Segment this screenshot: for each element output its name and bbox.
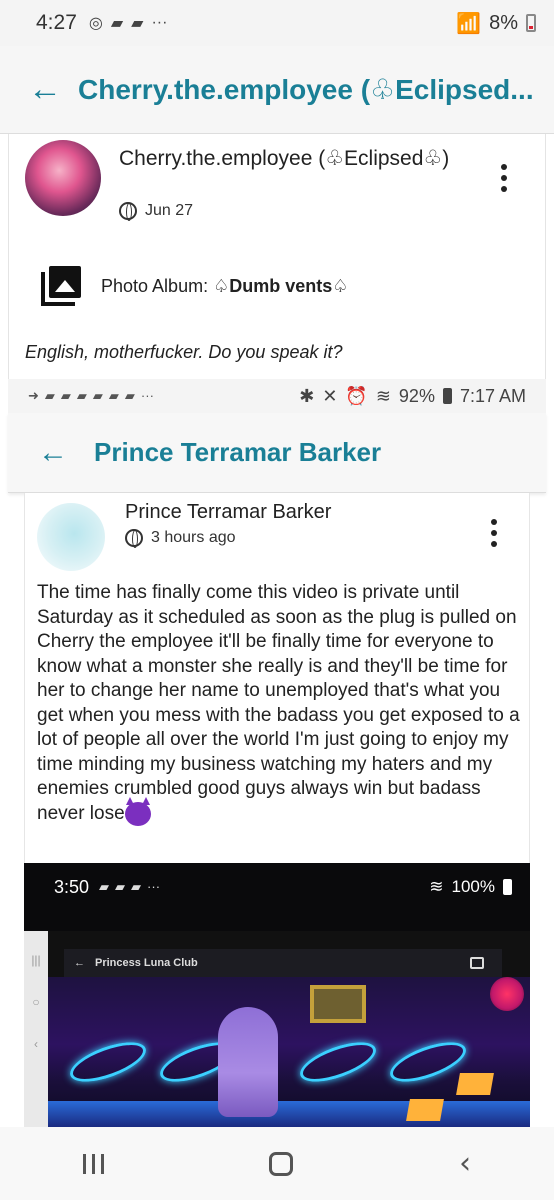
embedded-app-bar: ← Prince Terramar Barker (8, 413, 546, 493)
photo-album-link[interactable]: Photo Album: ♤Dumb vents♤ (41, 266, 348, 306)
alarm-icon: ⏰ (345, 385, 368, 406)
globe-icon (119, 202, 137, 221)
wifi-icon: ≋ (429, 877, 444, 896)
avatar[interactable] (25, 140, 101, 216)
post-date: Jun 27 (119, 202, 194, 221)
album-text: Photo Album: ♤Dumb vents♤ (101, 276, 348, 297)
embedded-post-author[interactable]: Prince Terramar Barker (125, 501, 331, 524)
album-label: Photo Album: (101, 275, 214, 296)
floor (48, 1101, 530, 1127)
status-bar: 4:27 ◎ ▰ ▰ ··· 📶 8% (0, 0, 554, 46)
avatar[interactable] (37, 503, 105, 571)
send-icon: ➜ (28, 388, 39, 403)
discord-icon: ▰ (60, 388, 71, 403)
neon-arc (65, 1034, 151, 1090)
nested-app-bar: ← Princess Luna Club (64, 949, 502, 977)
wifi-icon: 📶 (456, 12, 482, 35)
post-card: Cherry.the.employee (♧Eclipsed♧) Jun 27 … (8, 134, 546, 379)
back-arrow-icon[interactable]: ← (38, 436, 94, 470)
picture-frame (310, 985, 366, 1023)
discord-icon: ▰ (115, 879, 126, 894)
status-time: 4:27 (36, 11, 77, 34)
post-date-text: Jun 27 (145, 202, 194, 219)
home-icon: ○ (32, 995, 40, 1009)
avatar-figure (218, 1007, 278, 1117)
back-button[interactable]: ‹ (459, 1146, 471, 1181)
album-name: ♤Dumb vents♤ (213, 275, 349, 296)
notification-icons: ◎ ▰ ▰ ··· (89, 13, 168, 33)
embedded-battery-percent: 92% (398, 385, 435, 406)
more-options-icon[interactable] (499, 164, 509, 192)
left-nav-rail: ||| ○ ‹ (24, 931, 48, 1127)
avatar (490, 977, 524, 1011)
page-title: Cherry.the.employee (♧Eclipsed... (78, 74, 534, 105)
discord-icon: ▰ (131, 15, 144, 32)
battery-icon (526, 14, 536, 32)
embedded-page-title: Prince Terramar Barker (94, 437, 382, 467)
more-options-icon[interactable] (489, 519, 499, 547)
embedded-post-time: 3 hours ago (151, 529, 236, 546)
wifi-icon: ≋ (375, 385, 391, 406)
orange-block (406, 1099, 444, 1121)
discord-icon: ▰ (44, 388, 55, 403)
battery-icon (442, 388, 452, 404)
recents-icon: ||| (31, 953, 41, 967)
discord-icon: ▰ (110, 15, 124, 32)
more-notifications-icon: ··· (147, 879, 161, 894)
photo-album-icon (41, 266, 81, 306)
globe-icon (125, 529, 143, 548)
embedded-status-time: 7:17 AM (459, 385, 526, 406)
smiling-devil-emoji-icon (124, 796, 151, 826)
nested-page-title: Princess Luna Club (95, 957, 198, 969)
discord-icon: ▰ (124, 388, 135, 403)
embedded-screenshot: 3:50 ▰ ▰ ▰ ··· ≋ 100% ||| ○ ‹ ← Princess… (24, 863, 530, 1127)
nested-screenshot: ||| ○ ‹ ← Princess Luna Club (24, 931, 530, 1127)
more-notifications-icon: ··· (140, 388, 154, 403)
embedded-post-date: 3 hours ago (125, 529, 236, 548)
battery-percent: 8% (489, 11, 518, 34)
bluetooth-icon: ✱ (299, 385, 315, 406)
embedded-post-card: Prince Terramar Barker 3 hours ago The t… (24, 493, 530, 863)
mute-icon: ✕ (322, 385, 338, 406)
dark-notification-icons: ▰ ▰ ▰ ··· (99, 879, 160, 895)
embedded-post-body: The time has finally come this video is … (37, 581, 527, 826)
discord-icon: ▰ (76, 388, 87, 403)
back-arrow-icon: ← (74, 957, 85, 969)
dark-status-time: 3:50 (54, 876, 90, 897)
discord-icon: ▰ (131, 879, 142, 894)
dark-battery-percent: 100% (451, 877, 495, 896)
battery-icon (503, 879, 512, 895)
post-author[interactable]: Cherry.the.employee (♧Eclipsed♧) (119, 146, 459, 172)
more-notifications-icon: ··· (151, 14, 168, 31)
back-arrow-icon[interactable]: ← (28, 70, 78, 109)
app-bar: ← Cherry.the.employee (♧Eclipsed... (0, 46, 554, 134)
orange-block (456, 1073, 494, 1095)
neon-arc (295, 1034, 381, 1090)
notification-icon: ◎ (88, 15, 103, 32)
game-scene-image (48, 977, 530, 1127)
discord-icon: ▰ (108, 388, 119, 403)
embedded-status-bar: ➜ ▰ ▰ ▰ ▰ ▰ ▰ ··· ✱ ✕ ⏰ ≋ 92% 7:17 AM (8, 379, 546, 413)
discord-icon: ▰ (99, 879, 110, 894)
home-button[interactable] (269, 1151, 294, 1176)
recents-button[interactable] (82, 1153, 104, 1174)
system-nav-bar: ‹ (0, 1127, 554, 1200)
embedded-dark-status-bar: 3:50 ▰ ▰ ▰ ··· ≋ 100% (24, 863, 530, 911)
post-caption: English, motherfucker. Do you speak it? (25, 342, 343, 362)
embedded-notification-icons: ➜ ▰ ▰ ▰ ▰ ▰ ▰ ··· (28, 388, 154, 404)
camera-icon (470, 957, 484, 969)
back-icon: ‹ (34, 1037, 38, 1051)
embedded-post-text: The time has finally come this video is … (37, 582, 520, 824)
discord-icon: ▰ (92, 388, 103, 403)
